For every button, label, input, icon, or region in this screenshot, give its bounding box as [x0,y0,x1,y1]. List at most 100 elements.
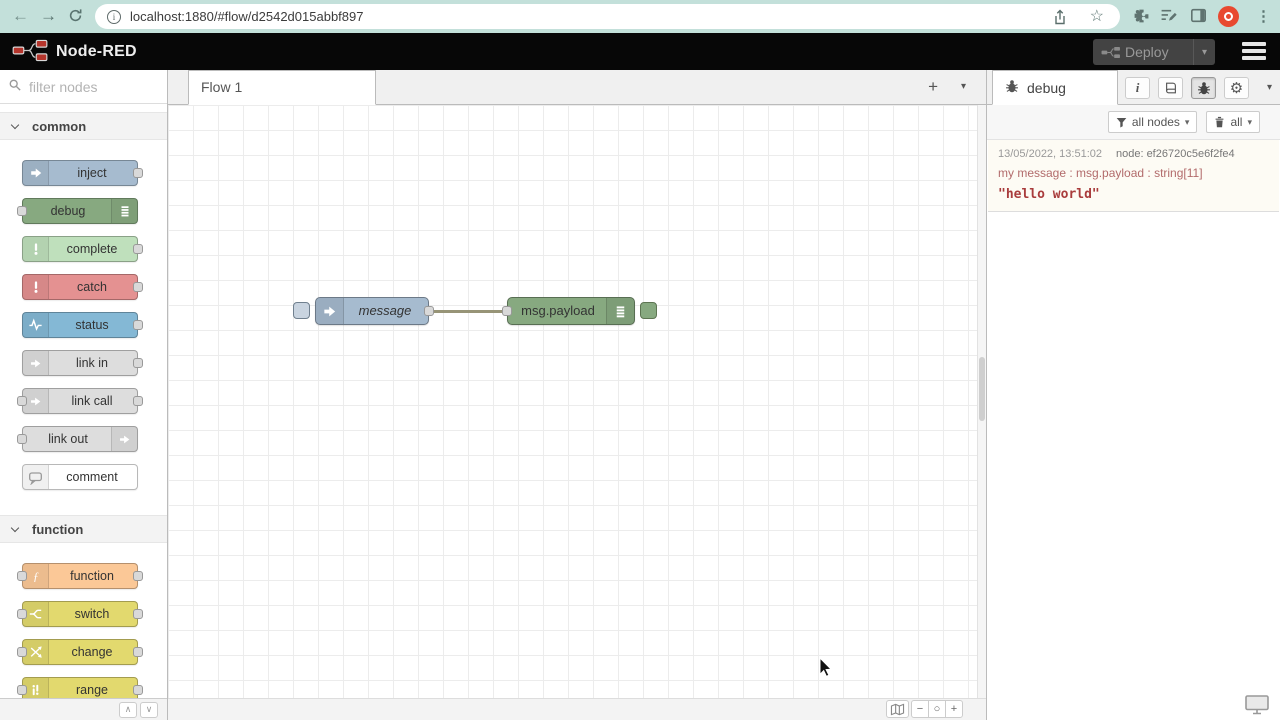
palette-node-link-out[interactable]: link out [22,426,138,452]
palette-node-status[interactable]: status [22,312,138,338]
site-info-icon[interactable]: i [107,10,121,24]
palette-node-inject[interactable]: inject [22,160,138,186]
palette-node-link-in[interactable]: link in [22,350,138,376]
comment-icon [23,465,49,489]
screen-share-monitor-icon [1244,694,1270,718]
trash-icon [1214,116,1225,128]
link-icon [23,351,49,375]
canvas-scrollbar[interactable] [977,105,986,698]
browser-forward-icon[interactable]: → [40,7,57,24]
message-timestamp: 13/05/2022, 13:51:02 [998,148,1102,160]
port-out [133,647,143,657]
palette-category-common[interactable]: common [0,112,167,140]
mouse-cursor [819,657,834,681]
info-tab-button[interactable]: i [1125,77,1150,99]
flow-menu-caret-icon[interactable]: ▾ [961,81,966,92]
port-out [133,244,143,254]
scrollbar-thumb[interactable] [979,357,985,421]
expand-all-button[interactable]: ∨ [140,702,158,718]
canvas-footer: − ○ + [168,698,986,720]
reading-list-icon[interactable] [1160,7,1177,27]
debug-filterbar: all nodes ▾ all ▾ [987,105,1280,140]
debug-enable-toggle[interactable] [640,302,657,319]
palette-node-label: inject [49,161,135,185]
palette-search[interactable] [0,70,167,104]
help-tab-button[interactable] [1158,77,1183,99]
category-label: common [32,119,86,134]
zoom-reset-button[interactable]: ○ [928,700,946,718]
output-port[interactable] [424,306,434,316]
palette-scroll: common inject debug complete catch status link… [0,112,167,703]
palette-category-function[interactable]: function [0,515,167,543]
port-out [133,282,143,292]
palette-node-comment[interactable]: comment [22,464,138,490]
nodered-logo-icon [12,38,49,66]
deploy-label: Deploy [1125,44,1169,60]
address-bar[interactable]: i localhost:1880/#flow/d2542d015abbf897 … [95,4,1120,29]
url-text: localhost:1880/#flow/d2542d015abbf897 [130,9,363,24]
flow-node-inject[interactable]: message [315,297,429,325]
navigator-button[interactable] [886,700,909,718]
palette-footer: ∧ ∨ [0,698,167,720]
message-payload: "hello world" [998,187,1271,202]
palette-node-link-call[interactable]: link call [22,388,138,414]
deploy-button[interactable]: Deploy ▾ [1093,39,1215,65]
browser-back-icon[interactable]: ← [12,7,29,24]
palette-node-catch[interactable]: catch [22,274,138,300]
palette-node-function[interactable]: ƒfunction [22,563,138,589]
palette-node-complete[interactable]: complete [22,236,138,262]
main-menu-icon[interactable] [1242,42,1266,63]
add-flow-button[interactable]: + [928,78,938,95]
port-out [133,609,143,619]
link-icon [111,427,137,451]
port-out [133,396,143,406]
flow-tabbar: Flow 1 + ▾ [168,70,986,105]
palette-node-label: complete [49,237,135,261]
side-panel-icon[interactable] [1190,7,1207,27]
palette-node-label: function [49,564,135,588]
exclaim-icon [23,275,49,299]
tab-debug[interactable]: debug [992,70,1118,105]
flow-node-debug[interactable]: msg.payload [507,297,635,325]
palette-node-label: catch [49,275,135,299]
port-out [133,358,143,368]
inject-icon [23,161,49,185]
sidebar-buttons: i ⚙ [1125,77,1249,99]
tab-flow-1[interactable]: Flow 1 [188,70,376,105]
zoom-in-button[interactable]: + [945,700,963,718]
palette-node-debug[interactable]: debug [22,198,138,224]
port-out [133,571,143,581]
palette-node-label: debug [25,199,111,223]
wire[interactable] [434,310,508,313]
inject-trigger-button[interactable] [293,302,310,319]
config-tab-button[interactable]: ⚙ [1224,77,1249,99]
sidebar-menu-caret-icon[interactable]: ▾ [1267,82,1272,93]
collapse-all-button[interactable]: ∧ [119,702,137,718]
filter-nodes-button[interactable]: all nodes ▾ [1108,111,1198,133]
share-icon[interactable] [1052,9,1068,28]
browser-menu-dots-icon[interactable]: ⋮ [1256,7,1271,25]
message-meta: my message : msg.payload : string[11] [998,166,1271,180]
browser-reload-icon[interactable] [68,8,83,26]
clear-messages-button[interactable]: all ▾ [1206,111,1260,133]
deploy-caret-icon[interactable]: ▾ [1193,39,1215,65]
palette-node-label: comment [49,465,135,489]
port-in [17,571,27,581]
port-out [133,685,143,695]
bookmark-star-icon[interactable]: ☆ [1090,6,1104,26]
palette-node-switch[interactable]: switch [22,601,138,627]
funnel-icon [1116,117,1127,128]
profile-avatar[interactable] [1218,6,1239,27]
app-title: Node-RED [56,43,137,61]
palette-node-change[interactable]: change [22,639,138,665]
debug-message[interactable]: 13/05/2022, 13:51:02node: ef26720c5e6f2f… [988,140,1279,212]
extensions-puzzle-icon[interactable] [1133,7,1150,27]
zoom-out-button[interactable]: − [911,700,929,718]
browser-chrome: ← → i localhost:1880/#flow/d2542d015abbf… [0,0,1280,33]
palette-node-label: link in [49,351,135,375]
filter-nodes-input[interactable] [29,79,149,95]
debug-tab-button[interactable] [1191,77,1216,99]
debug-message-list: 13/05/2022, 13:51:02node: ef26720c5e6f2f… [987,140,1280,720]
port-in [17,609,27,619]
flow-canvas[interactable]: message msg.payload [168,105,986,698]
